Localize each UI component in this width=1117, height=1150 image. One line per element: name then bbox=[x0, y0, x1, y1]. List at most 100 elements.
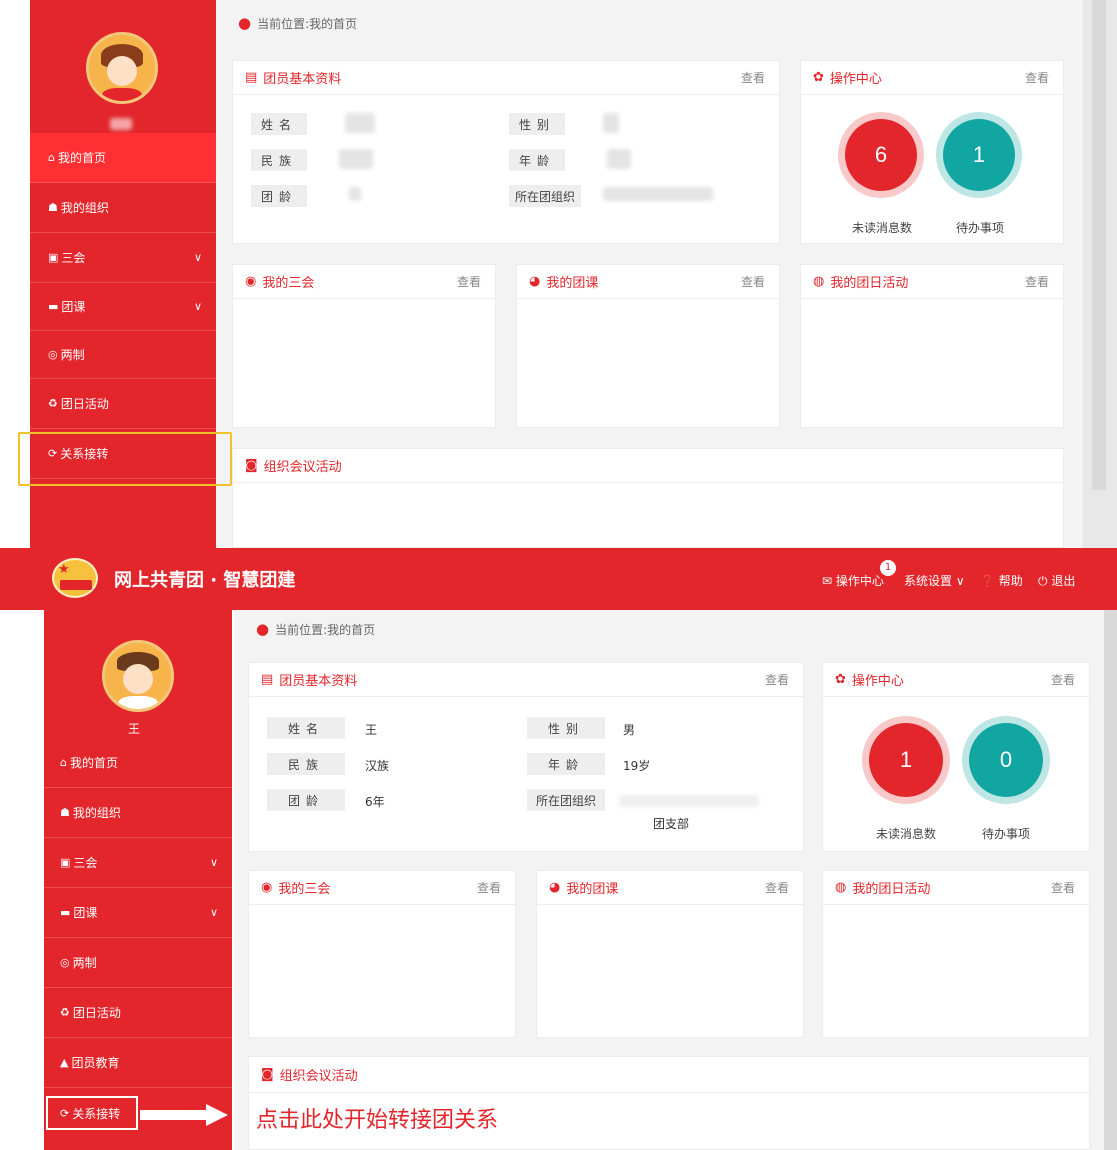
view-link[interactable]: 查看 bbox=[457, 273, 481, 290]
chevron-down-icon: ∨ bbox=[209, 906, 218, 919]
location-pin-icon: ● bbox=[256, 620, 270, 638]
scrollbar-track[interactable] bbox=[1104, 610, 1117, 1150]
field-label-ethnicity: 民族 bbox=[251, 149, 307, 171]
todo-count-circle[interactable]: 0 bbox=[969, 723, 1043, 797]
view-link[interactable]: 查看 bbox=[1025, 69, 1049, 86]
card-title: 组织会议活动 bbox=[263, 460, 342, 475]
unread-count-circle[interactable]: 1 bbox=[869, 723, 943, 797]
gear-icon: ✿ bbox=[835, 672, 846, 687]
rocket-icon: ◕ bbox=[549, 880, 561, 895]
breadcrumb: ● 当前位置:我的首页 bbox=[256, 620, 375, 638]
pointer-arrow-icon bbox=[206, 1104, 228, 1126]
view-link[interactable]: 查看 bbox=[1051, 879, 1075, 896]
folder-icon: ▬ bbox=[60, 906, 71, 919]
breadcrumb-text: 当前位置:我的首页 bbox=[275, 622, 376, 637]
todo-label: 待办事项 bbox=[955, 221, 1004, 235]
view-link[interactable]: 查看 bbox=[1025, 273, 1049, 290]
header-ops-label: 操作中心 bbox=[835, 574, 884, 588]
app-header: ★ 网上共青团 · 智慧团建 ✉ 操作中心 1 系统设置 ∨ ❓ 帮助 ⏻ 退出 bbox=[0, 548, 1117, 610]
sidebar-item-org[interactable]: ☗ 我的组织 bbox=[30, 183, 216, 233]
view-link[interactable]: 查看 bbox=[477, 879, 501, 896]
header-help-link[interactable]: ❓ 帮助 bbox=[980, 572, 1023, 589]
sidebar-item-liangzhi[interactable]: ◎ 两制 bbox=[30, 331, 216, 379]
card-title: 我的团日活动 bbox=[852, 882, 931, 897]
sidebar-item-label: 我的首页 bbox=[57, 151, 106, 165]
field-label-tuanling: 团龄 bbox=[267, 789, 345, 811]
field-label-age: 年龄 bbox=[509, 149, 565, 171]
chevron-down-icon: ∨ bbox=[193, 251, 202, 264]
sidebar-item-label: 团课 bbox=[73, 906, 98, 920]
home-icon: ⌂ bbox=[60, 756, 67, 769]
field-label-org: 所在团组织 bbox=[509, 185, 581, 207]
sidebar-item-tuanri[interactable]: ♻ 团日活动 bbox=[30, 379, 216, 429]
field-value-blurred bbox=[607, 149, 631, 169]
cup-icon: ◉ bbox=[245, 274, 257, 289]
profile-name-blurred bbox=[110, 118, 132, 130]
book-icon: ◙ bbox=[261, 1067, 274, 1082]
bottom-screenshot: ★ 网上共青团 · 智慧团建 ✉ 操作中心 1 系统设置 ∨ ❓ 帮助 ⏻ 退出… bbox=[0, 548, 1117, 1150]
field-value-blurred bbox=[345, 113, 375, 133]
todo-count-circle[interactable]: 1 bbox=[943, 119, 1015, 191]
clock-icon: ◎ bbox=[60, 956, 70, 969]
app-title: 网上共青团 · 智慧团建 bbox=[114, 570, 296, 591]
org-icon: ☗ bbox=[60, 806, 70, 819]
view-link[interactable]: 查看 bbox=[741, 273, 765, 290]
field-value-tuanling: 6年 bbox=[365, 795, 385, 809]
sidebar-item-home[interactable]: ⌂ 我的首页 bbox=[44, 738, 232, 788]
chevron-down-icon: ∨ bbox=[193, 300, 202, 313]
unread-count-circle[interactable]: 6 bbox=[845, 119, 917, 191]
avatar bbox=[102, 640, 174, 712]
field-value-blurred bbox=[603, 187, 713, 201]
sidebar-item-org[interactable]: ☗ 我的组织 bbox=[44, 788, 232, 838]
mail-icon: ✉ bbox=[822, 574, 833, 588]
sanhui-card: ◉ 我的三会 查看 bbox=[248, 870, 516, 1038]
sidebar-item-education[interactable]: ▲ 团员教育 bbox=[44, 1038, 232, 1088]
chevron-down-icon: ∨ bbox=[955, 574, 965, 588]
header-logout-link[interactable]: ⏻ 退出 bbox=[1038, 572, 1075, 589]
graduation-icon: ▲ bbox=[60, 1056, 69, 1069]
card-title: 操作中心 bbox=[829, 72, 882, 87]
sidebar-item-tuanri[interactable]: ♻ 团日活动 bbox=[44, 988, 232, 1038]
field-label-gender: 性别 bbox=[509, 113, 565, 135]
id-card-icon: ▤ bbox=[245, 70, 258, 85]
sidebar-item-home[interactable]: ⌂ 我的首页 bbox=[30, 133, 216, 183]
transfer-highlight-box bbox=[46, 1096, 138, 1130]
view-link[interactable]: 查看 bbox=[741, 69, 765, 86]
sidebar-item-label: 团员教育 bbox=[71, 1056, 120, 1070]
scrollbar-thumb[interactable] bbox=[1092, 0, 1106, 490]
avatar bbox=[86, 32, 158, 104]
field-label-gender: 性别 bbox=[527, 717, 605, 739]
sidebar-item-label: 我的组织 bbox=[60, 201, 109, 215]
unread-label: 未读消息数 bbox=[875, 827, 936, 841]
field-label-age: 年龄 bbox=[527, 753, 605, 775]
tuanri-card: ◍ 我的团日活动 查看 bbox=[822, 870, 1090, 1038]
view-link[interactable]: 查看 bbox=[765, 879, 789, 896]
breadcrumb-text: 当前位置:我的首页 bbox=[257, 16, 358, 31]
field-value-org: 团支部 bbox=[653, 817, 690, 831]
field-value-age: 19岁 bbox=[623, 759, 651, 773]
sanhui-card: ◉ 我的三会 查看 bbox=[232, 264, 496, 428]
sidebar-item-tuanke[interactable]: ▬ 团课 ∨ bbox=[44, 888, 232, 938]
header-ops-link[interactable]: ✉ 操作中心 bbox=[822, 572, 884, 589]
edit-icon: ▣ bbox=[48, 251, 59, 264]
card-title: 团员基本资料 bbox=[263, 72, 342, 87]
sidebar-item-label: 两制 bbox=[60, 348, 85, 362]
power-icon: ⏻ bbox=[1038, 574, 1048, 588]
card-title: 组织会议活动 bbox=[279, 1069, 358, 1084]
field-value-blurred bbox=[349, 187, 361, 201]
sidebar-item-label: 三会 bbox=[73, 856, 98, 870]
folder-icon: ▬ bbox=[48, 300, 59, 313]
sidebar-item-liangzhi[interactable]: ◎ 两制 bbox=[44, 938, 232, 988]
tuanri-card: ◍ 我的团日活动 查看 bbox=[800, 264, 1064, 428]
ops-center-card: ✿ 操作中心 查看 1 0 未读消息数 待办事项 bbox=[822, 662, 1090, 852]
tuanke-card: ◕ 我的团课 查看 bbox=[516, 264, 780, 428]
sidebar-item-sanhui[interactable]: ▣ 三会 ∨ bbox=[30, 233, 216, 283]
transfer-highlight-box bbox=[18, 432, 232, 486]
rocket-icon: ◕ bbox=[529, 274, 541, 289]
sidebar-item-tuanke[interactable]: ▬ 团课 ∨ bbox=[30, 283, 216, 331]
header-settings-link[interactable]: 系统设置 ∨ bbox=[904, 572, 965, 589]
unread-label: 未读消息数 bbox=[851, 221, 912, 235]
view-link[interactable]: 查看 bbox=[1051, 671, 1075, 688]
sidebar-item-sanhui[interactable]: ▣ 三会 ∨ bbox=[44, 838, 232, 888]
view-link[interactable]: 查看 bbox=[765, 671, 789, 688]
